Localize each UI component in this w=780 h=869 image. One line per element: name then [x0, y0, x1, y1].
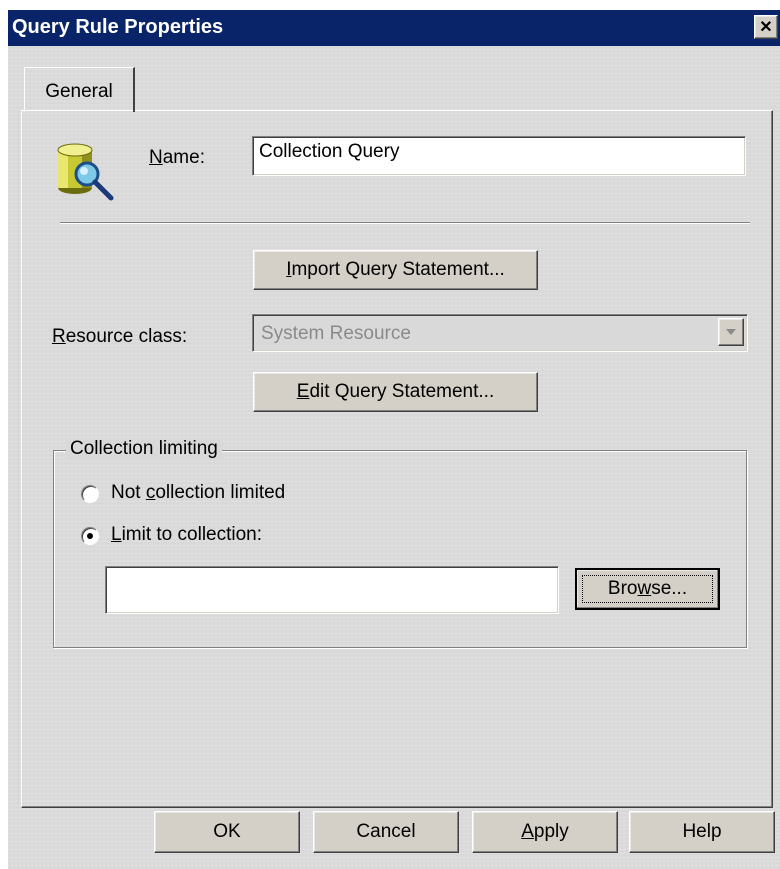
- name-label: Name:: [149, 147, 205, 168]
- chevron-down-icon: [726, 329, 736, 335]
- ok-button[interactable]: OK: [154, 811, 300, 853]
- cancel-button[interactable]: Cancel: [313, 811, 459, 853]
- resource-class-value: System Resource: [261, 323, 411, 344]
- import-query-statement-button[interactable]: Import Query Statement...: [253, 250, 538, 290]
- edit-query-statement-button[interactable]: Edit Query Statement...: [253, 372, 538, 412]
- limit-to-collection-label[interactable]: Limit to collection:: [111, 524, 262, 546]
- dropdown-button[interactable]: [718, 318, 744, 346]
- help-button-label: Help: [682, 821, 722, 842]
- close-icon: ✕: [759, 19, 773, 36]
- query-rule-properties-dialog: Query Rule Properties ✕ General Name: Co…: [8, 10, 780, 869]
- browse-button[interactable]: Browse...: [575, 568, 720, 610]
- close-button[interactable]: ✕: [754, 15, 778, 39]
- limit-to-collection-radio[interactable]: [81, 527, 99, 545]
- name-input-value: Collection Query: [259, 141, 400, 162]
- collection-limiting-group: [53, 450, 747, 648]
- window-title: Query Rule Properties: [12, 16, 224, 38]
- cancel-button-label: Cancel: [356, 821, 416, 842]
- resource-class-label: Resource class:: [52, 326, 188, 347]
- tab-general[interactable]: General: [24, 67, 135, 112]
- collection-input[interactable]: [105, 566, 559, 614]
- not-collection-limited-label[interactable]: Not collection limited: [111, 482, 285, 504]
- title-bar[interactable]: Query Rule Properties ✕: [8, 10, 780, 46]
- database-search-icon: [57, 143, 114, 201]
- help-button[interactable]: Help: [629, 811, 775, 853]
- focus-rectangle: [582, 575, 713, 603]
- import-button-label: Import Query Statement...: [286, 259, 505, 280]
- not-collection-limited-radio[interactable]: [81, 485, 99, 503]
- radio-selected-dot: [87, 533, 93, 539]
- apply-button-label: Apply: [521, 821, 569, 842]
- name-input[interactable]: Collection Query: [252, 136, 746, 176]
- ok-button-label: OK: [213, 821, 241, 842]
- tab-general-label: General: [45, 81, 113, 102]
- separator: [60, 222, 750, 224]
- edit-button-label: Edit Query Statement...: [296, 381, 495, 402]
- resource-class-combobox[interactable]: System Resource: [252, 314, 748, 352]
- collection-limiting-legend: Collection limiting: [66, 438, 222, 460]
- apply-button[interactable]: Apply: [472, 811, 618, 853]
